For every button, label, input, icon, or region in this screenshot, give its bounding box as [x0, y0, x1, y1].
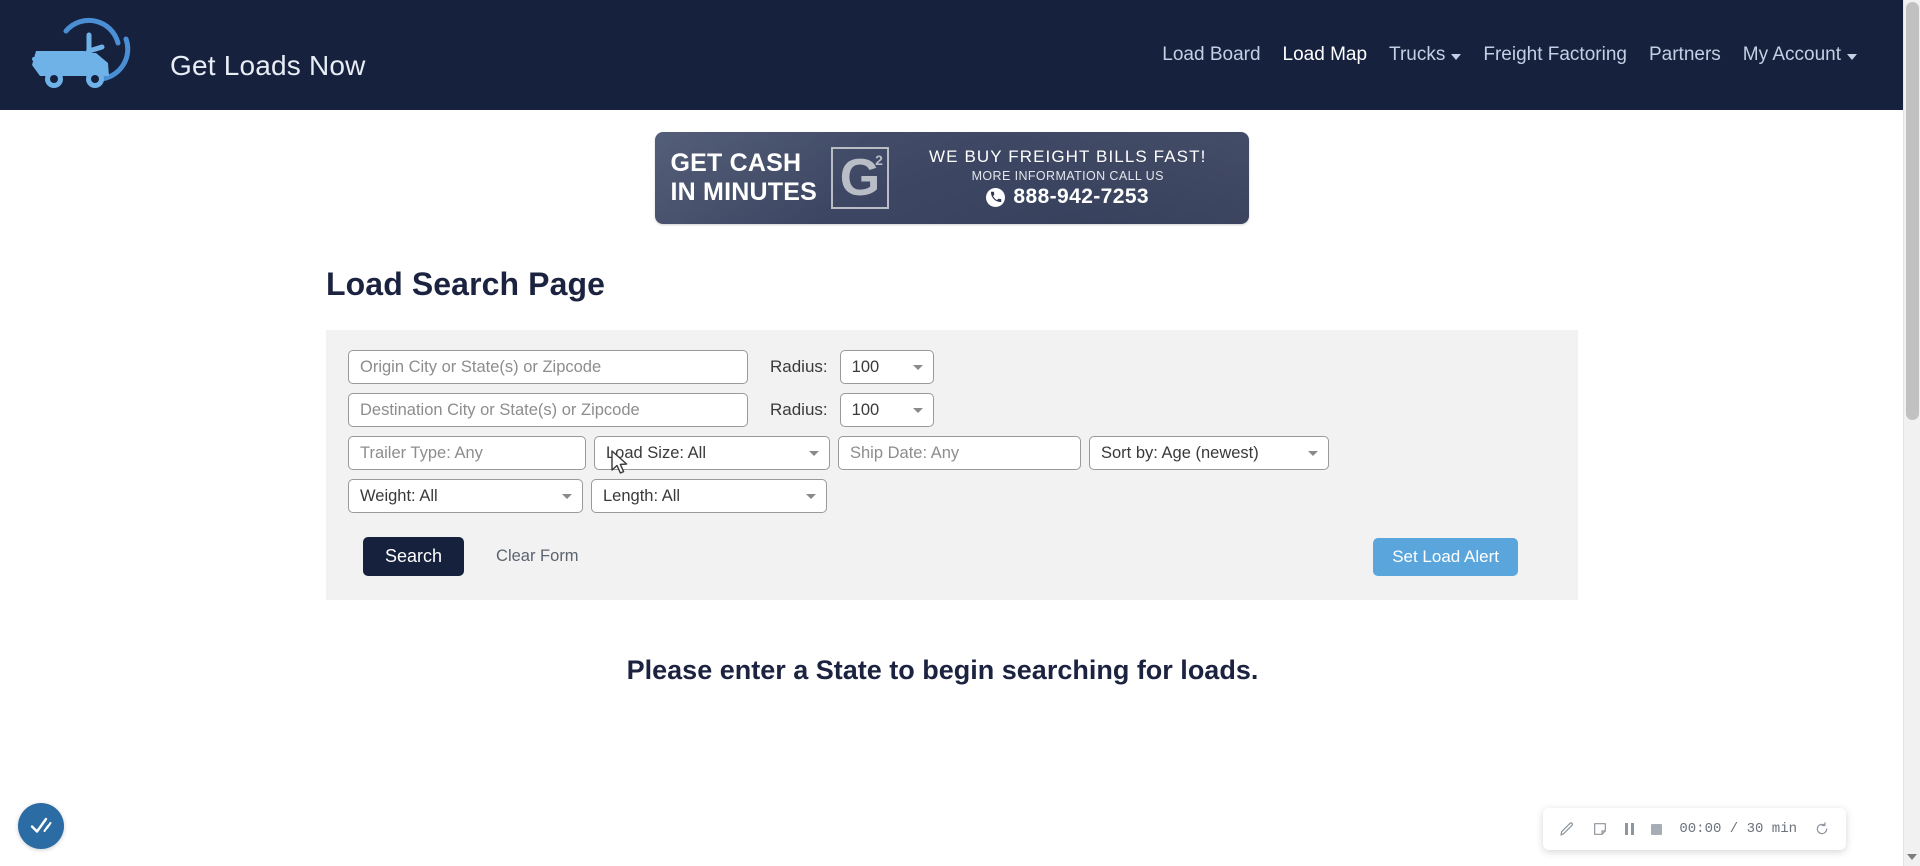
nav-item-label: My Account	[1742, 44, 1841, 65]
page-title: Load Search Page	[326, 266, 606, 302]
clear-form-button[interactable]: Clear Form	[490, 546, 585, 567]
g2-logo-superscript: 2	[875, 152, 883, 168]
form-row-weight-length: Weight: All Length: All	[348, 479, 1556, 513]
nav-item-label: Trucks	[1389, 44, 1446, 65]
destination-radius-select[interactable]: 100	[839, 393, 934, 427]
stop-icon[interactable]	[1651, 823, 1663, 835]
ship-date-input[interactable]	[838, 436, 1081, 470]
set-load-alert-button[interactable]: Set Load Alert	[1373, 537, 1518, 576]
g2-logo-icon: G 2	[830, 147, 889, 209]
main-content: GET CASH IN MINUTES G 2 WE BUY FREIGHT B…	[0, 110, 1903, 686]
banner-ad-container: GET CASH IN MINUTES G 2 WE BUY FREIGHT B…	[0, 110, 1903, 224]
banner-subtagline: MORE INFORMATION CALL US	[971, 169, 1164, 183]
phone-icon	[986, 187, 1006, 207]
nav-item-label: Load Map	[1282, 44, 1368, 65]
site-header: Get Loads Now Load Board Load Map Trucks…	[0, 0, 1903, 110]
nav-item-label: Partners	[1648, 44, 1721, 65]
chevron-down-icon	[912, 408, 923, 413]
length-value: Length: All	[603, 486, 681, 505]
main-navigation: Load Board Load Map Trucks Freight Facto…	[1162, 44, 1875, 66]
check-motion-icon	[30, 817, 52, 833]
destination-radius-label: Radius:	[770, 400, 828, 419]
nav-item-load-board[interactable]: Load Board	[1162, 44, 1260, 66]
form-row-filters: Load Size: All Sort by: Age (newest)	[348, 436, 1556, 470]
recording-time: 00:00 / 30 min	[1679, 821, 1797, 837]
freight-factoring-banner-ad[interactable]: GET CASH IN MINUTES G 2 WE BUY FREIGHT B…	[655, 132, 1249, 224]
nav-item-freight-factoring[interactable]: Freight Factoring	[1483, 44, 1627, 66]
origin-radius-label: Radius:	[770, 357, 828, 376]
scrollbar-thumb[interactable]	[1906, 2, 1919, 420]
form-row-destination: Radius: 100	[348, 393, 1556, 427]
brand[interactable]: Get Loads Now	[30, 13, 366, 97]
banner-headline-line1: GET CASH	[670, 149, 802, 177]
vertical-scrollbar[interactable]	[1903, 0, 1920, 866]
sort-by-value: Sort by: Age (newest)	[1101, 443, 1259, 462]
page-content: Get Loads Now Load Board Load Map Trucks…	[0, 0, 1903, 866]
banner-message: WE BUY FREIGHT BILLS FAST! MORE INFORMAT…	[903, 147, 1233, 209]
nav-item-load-map[interactable]: Load Map	[1283, 44, 1368, 66]
destination-input[interactable]	[348, 393, 748, 427]
g2-logo-letter: G	[839, 149, 881, 207]
chevron-down-icon	[806, 494, 816, 499]
origin-radius-select[interactable]: 100	[839, 350, 934, 384]
screen-recorder-toolbar: 00:00 / 30 min	[1543, 808, 1846, 850]
chevron-down-icon	[809, 451, 819, 456]
form-row-origin: Radius: 100	[348, 350, 1556, 384]
trailer-type-input[interactable]	[348, 436, 586, 470]
banner-phone-row[interactable]: 888-942-7253	[986, 185, 1149, 209]
origin-input[interactable]	[348, 350, 748, 384]
origin-radius-value: 100	[851, 357, 880, 376]
browser-viewport: Get Loads Now Load Board Load Map Trucks…	[0, 0, 1920, 866]
restart-icon[interactable]	[1814, 821, 1830, 837]
speeding-truck-clock-icon	[32, 17, 131, 88]
chevron-down-icon	[912, 365, 923, 370]
nav-item-my-account[interactable]: My Account	[1743, 44, 1857, 66]
search-button[interactable]: Search	[363, 537, 465, 576]
destination-radius-value: 100	[851, 400, 880, 419]
scroll-down-arrow-icon[interactable]	[1907, 854, 1917, 860]
nav-item-partners[interactable]: Partners	[1649, 44, 1721, 66]
note-icon[interactable]	[1592, 821, 1608, 837]
chevron-down-icon	[562, 494, 572, 499]
banner-headline: GET CASH IN MINUTES	[671, 149, 817, 207]
chevron-down-icon	[1451, 54, 1462, 60]
brand-name: Get Loads Now	[170, 50, 366, 81]
load-size-select[interactable]: Load Size: All	[594, 436, 830, 470]
banner-phone-number: 888-942-7253	[1013, 185, 1150, 208]
length-select[interactable]: Length: All	[591, 479, 827, 513]
chevron-down-icon	[1308, 451, 1318, 456]
nav-item-label: Freight Factoring	[1483, 44, 1627, 65]
accessibility-widget-button[interactable]	[18, 803, 64, 849]
chevron-down-icon	[1847, 54, 1857, 60]
empty-state-message: Please enter a State to begin searching …	[626, 655, 1259, 685]
nav-item-trucks[interactable]: Trucks	[1389, 44, 1462, 66]
load-search-form: Radius: 100 Radius: 100	[326, 330, 1578, 600]
pencil-icon[interactable]	[1559, 821, 1575, 837]
form-actions: Search Clear Form Set Load Alert	[348, 537, 1556, 576]
load-size-value: Load Size: All	[606, 443, 706, 462]
weight-value: Weight: All	[360, 486, 438, 505]
sort-by-select[interactable]: Sort by: Age (newest)	[1089, 436, 1329, 470]
nav-item-label: Load Board	[1162, 44, 1261, 65]
banner-headline-line2: IN MINUTES	[670, 178, 817, 206]
banner-tagline: WE BUY FREIGHT BILLS FAST!	[929, 147, 1207, 166]
pause-icon[interactable]	[1625, 823, 1635, 835]
weight-select[interactable]: Weight: All	[348, 479, 583, 513]
